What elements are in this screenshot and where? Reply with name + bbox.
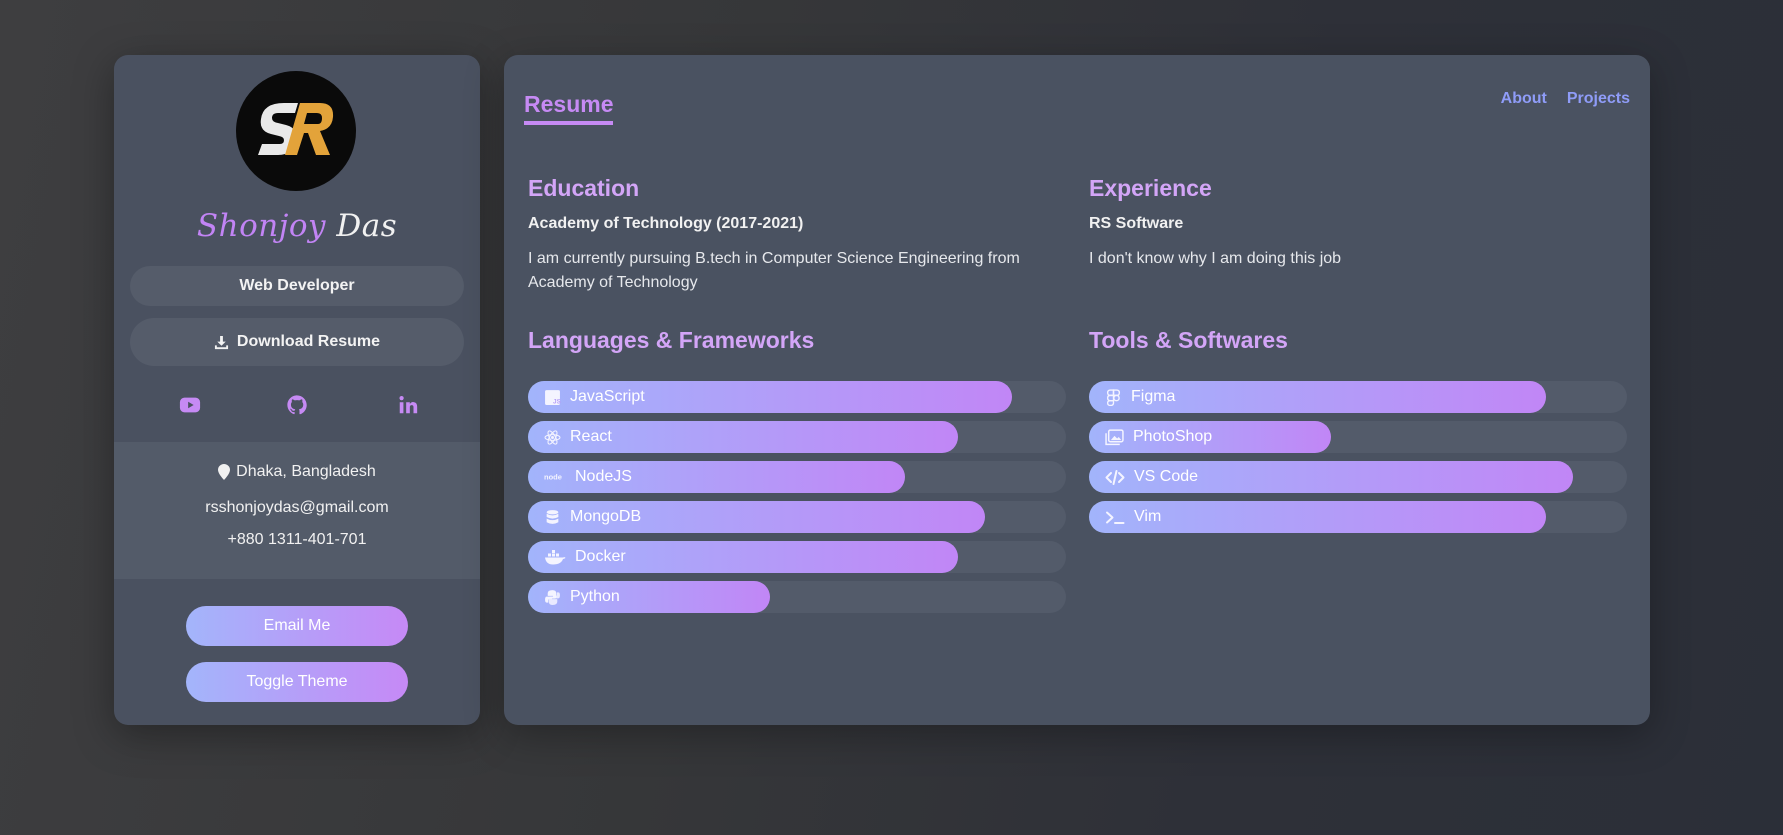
skill-name: Vim (1134, 508, 1162, 525)
github-icon (287, 395, 307, 415)
skill-name: PhotoShop (1133, 428, 1213, 445)
skill-label: PhotoShop (1105, 421, 1212, 453)
phone-text: +880 1311-401-701 (227, 531, 367, 548)
email-text: rsshonjoydas@gmail.com (205, 499, 389, 516)
youtube-link[interactable] (175, 390, 205, 420)
nav-about-link[interactable]: About (1501, 90, 1547, 108)
skill-name: MongoDB (570, 508, 642, 525)
last-name: Das (336, 208, 398, 244)
skill-bar: React (528, 421, 1066, 453)
skill-bar: Docker (528, 541, 1066, 573)
education-title: Academy of Technology (2017-2021) (528, 215, 804, 232)
skill-name: JavaScript (570, 388, 645, 405)
skill-bar: Vim (1089, 501, 1627, 533)
page-title: Resume (524, 91, 614, 125)
social-links (114, 390, 480, 420)
experience-heading: Experience (1089, 175, 1212, 201)
skill-bar: MongoDB (528, 501, 1066, 533)
skill-label: JS JavaScript (544, 381, 645, 413)
skill-label: VS Code (1105, 461, 1198, 493)
languages-heading: Languages & Frameworks (528, 327, 815, 353)
linkedin-icon (399, 396, 418, 414)
avatar (236, 71, 356, 191)
skill-bar: VS Code (1089, 461, 1627, 493)
education-text: I am currently pursuing B.tech in Comput… (528, 250, 1020, 291)
react-icon (544, 429, 561, 445)
github-link[interactable] (282, 390, 312, 420)
skill-bar: node NodeJS (528, 461, 1066, 493)
email-me-button[interactable]: Email Me (186, 606, 408, 646)
contact-info: Dhaka, Bangladesh rsshonjoydas@gmail.com… (114, 442, 480, 579)
database-icon (546, 509, 559, 524)
skill-name: React (570, 428, 612, 445)
skill-bar: JS JavaScript (528, 381, 1066, 413)
python-icon (545, 589, 560, 605)
download-resume-button[interactable]: Download Resume (130, 318, 464, 366)
experience-text: I don't know why I am doing this job (1089, 250, 1342, 267)
skill-label: MongoDB (544, 501, 641, 533)
toggle-theme-button[interactable]: Toggle Theme (186, 662, 408, 702)
javascript-icon: JS (545, 389, 561, 405)
location: Dhaka, Bangladesh (114, 463, 480, 481)
profile-name: Shonjoy Das (114, 208, 480, 244)
location-text: Dhaka, Bangladesh (236, 463, 376, 480)
skill-label: Python (544, 581, 620, 613)
skill-label: Vim (1105, 501, 1161, 533)
top-nav: About Projects (1501, 90, 1630, 108)
skill-name: Python (570, 588, 620, 605)
skill-name: NodeJS (575, 468, 632, 485)
linkedin-link[interactable] (393, 390, 423, 420)
experience-title: RS Software (1089, 215, 1184, 232)
skill-label: Docker (544, 541, 626, 573)
resume-panel: Resume About Projects Education Academy … (504, 55, 1650, 725)
nodejs-icon: node (544, 472, 562, 481)
nav-projects-link[interactable]: Projects (1567, 90, 1630, 108)
map-pin-icon (218, 464, 231, 480)
skill-name: Docker (575, 548, 626, 565)
youtube-icon (179, 397, 201, 413)
profile-card: Shonjoy Das Web Developer Download Resum… (114, 55, 480, 725)
skill-bar: PhotoShop (1089, 421, 1627, 453)
svg-text:JS: JS (553, 398, 561, 405)
tools-heading: Tools & Softwares (1089, 327, 1288, 353)
docker-icon (545, 549, 566, 564)
sr-logo-icon (258, 103, 334, 155)
skill-label: node NodeJS (544, 461, 632, 493)
svg-text:node: node (544, 472, 562, 481)
download-icon (214, 335, 228, 349)
education-heading: Education (528, 175, 640, 201)
skill-label: Figma (1105, 381, 1175, 413)
role-badge: Web Developer (130, 266, 464, 306)
terminal-icon (1106, 511, 1125, 524)
image-icon (1105, 428, 1124, 445)
skill-label: React (544, 421, 612, 453)
skill-name: Figma (1131, 388, 1176, 405)
figma-icon (1106, 388, 1121, 406)
skill-name: VS Code (1134, 468, 1199, 485)
skill-bar: Figma (1089, 381, 1627, 413)
download-resume-label: Download Resume (236, 333, 381, 350)
skill-bar: Python (528, 581, 1066, 613)
first-name: Shonjoy (196, 208, 326, 244)
code-icon (1105, 469, 1125, 485)
